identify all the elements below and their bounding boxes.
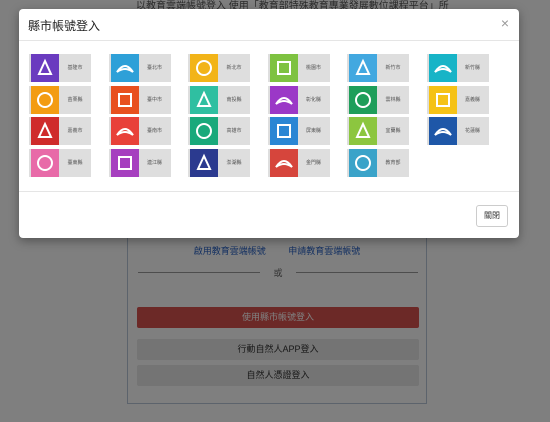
county-tile[interactable]: 嘉義市: [29, 117, 91, 145]
county-tile[interactable]: 桃園市: [267, 54, 330, 82]
county-tile[interactable]: 臺南市: [108, 117, 171, 145]
county-tile[interactable]: 屏東縣: [267, 117, 330, 145]
moe-icon: [349, 148, 377, 177]
county-name: 新竹縣: [464, 65, 480, 71]
county-name: 臺北市: [146, 65, 162, 71]
taitung-icon: [31, 148, 59, 177]
kinmen-icon: [269, 148, 298, 177]
penghu-icon: [190, 148, 218, 177]
hualien-icon: [428, 117, 457, 145]
county-tile[interactable]: 南投縣: [188, 85, 250, 114]
county-tile[interactable]: 花蓮縣: [426, 117, 489, 145]
county-name: 彰化縣: [305, 96, 321, 103]
county-tile[interactable]: 澎湖縣: [188, 148, 250, 177]
county-name: 新北市: [226, 65, 242, 71]
county-name: 南投縣: [226, 96, 242, 103]
taichung-icon: [110, 85, 139, 114]
taipei-icon: [110, 54, 139, 82]
county-tile[interactable]: 新竹縣: [426, 54, 489, 82]
hsinchu-county-icon: [428, 54, 457, 82]
county-tile[interactable]: 新竹市: [347, 54, 409, 82]
modal-title: 縣市帳號登入: [28, 19, 101, 33]
county-name: 高雄市: [226, 128, 242, 134]
yilan-icon: [349, 117, 377, 145]
county-name: 澎湖縣: [226, 159, 242, 166]
close-button[interactable]: 關閉: [476, 205, 508, 227]
county-tile[interactable]: 臺中市: [108, 85, 171, 114]
modal-header: 縣市帳號登入 ×: [19, 9, 519, 41]
county-tile[interactable]: 臺北市: [108, 54, 171, 82]
county-tile[interactable]: 教育部: [347, 148, 409, 177]
county-name: 嘉義市: [67, 128, 83, 134]
county-tile[interactable]: 金門縣: [267, 148, 330, 177]
lienchiang-icon: [110, 148, 139, 177]
hsinchu-city-icon: [349, 54, 377, 82]
county-name: 宜蘭縣: [385, 128, 401, 134]
county-name: 臺中市: [146, 96, 162, 103]
county-name: 苗栗縣: [67, 96, 83, 103]
county-tile[interactable]: 苗栗縣: [29, 85, 91, 114]
pingtung-icon: [269, 117, 298, 145]
county-tile[interactable]: 彰化縣: [267, 85, 330, 114]
changhua-icon: [269, 85, 298, 114]
keelung-icon: [31, 54, 59, 82]
nantou-icon: [190, 85, 218, 114]
county-grid: 基隆市 臺北市 新北市 桃園市 新竹市 新竹縣 苗栗縣 臺中市 南投縣 彰化縣 雲林縣 嘉義縣 嘉義市臺…: [29, 54, 509, 204]
modal-body: 基隆市 臺北市 新北市 桃園市 新竹市 新竹縣 苗栗縣 臺中市 南投縣 彰化縣 雲林縣 嘉義縣 嘉義市臺…: [19, 41, 519, 191]
miaoli-icon: [31, 85, 59, 114]
county-tile[interactable]: 臺東縣: [29, 148, 91, 177]
chiayi-county-icon: [428, 85, 457, 114]
county-name: 屏東縣: [305, 128, 321, 134]
county-tile[interactable]: 高雄市: [188, 117, 250, 145]
county-name: 雲林縣: [385, 96, 401, 103]
county-name: 教育部: [385, 159, 401, 166]
county-name: 臺東縣: [67, 159, 83, 166]
county-name: 連江縣: [146, 159, 162, 166]
county-tile[interactable]: 基隆市: [29, 54, 91, 82]
yunlin-icon: [349, 85, 377, 114]
county-tile[interactable]: 新北市: [188, 54, 250, 82]
county-name: 花蓮縣: [464, 128, 480, 134]
county-name: 臺南市: [146, 128, 162, 134]
chiayi-city-icon: [31, 117, 59, 145]
county-name: 桃園市: [305, 65, 321, 71]
modal-footer: 關閉: [19, 191, 519, 238]
tainan-icon: [110, 117, 139, 145]
county-tile[interactable]: 雲林縣: [347, 85, 409, 114]
county-name: 新竹市: [385, 65, 401, 71]
kaohsiung-icon: [190, 117, 218, 145]
taoyuan-icon: [269, 54, 298, 82]
county-tile[interactable]: 連江縣: [108, 148, 171, 177]
county-login-modal: 縣市帳號登入 × 基隆市 臺北市 新北市 桃園市 新竹市 新竹縣苗栗縣 臺中市 南投縣 彰化縣 雲…: [19, 9, 519, 238]
county-name: 基隆市: [67, 65, 83, 71]
county-name: 金門縣: [305, 159, 321, 166]
county-tile[interactable]: 宜蘭縣: [347, 117, 409, 145]
county-name: 嘉義縣: [464, 96, 480, 103]
county-tile[interactable]: 嘉義縣: [426, 85, 489, 114]
newtaipei-icon: [190, 54, 218, 82]
close-icon[interactable]: ×: [501, 15, 509, 31]
